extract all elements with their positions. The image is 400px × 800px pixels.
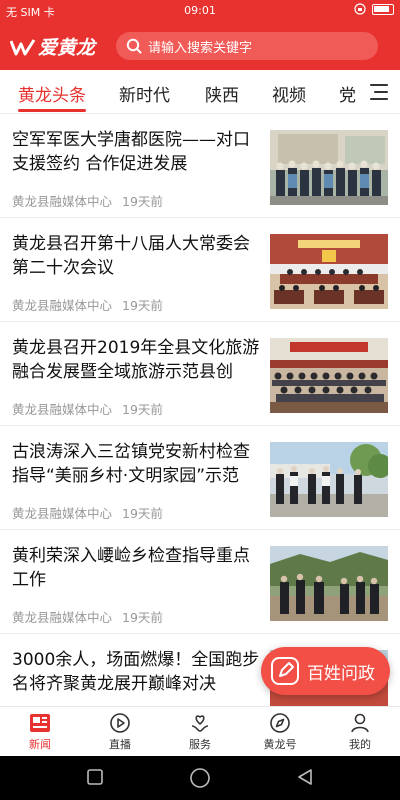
news-title: 黄龙县召开2019年全县文化旅游融合发展暨全域旅游示范县创建... <box>12 338 260 382</box>
user-icon <box>351 713 369 733</box>
news-thumbnail <box>270 130 388 205</box>
back-icon[interactable] <box>296 768 314 786</box>
news-source: 黄龙县融媒体中心 <box>12 194 113 209</box>
news-item[interactable]: 古浪涛深入三岔镇党安新村检查指导“美丽乡村·文明家园”示范村... 黄龙县融媒体… <box>0 426 400 530</box>
nav-huanglong-account[interactable]: 黄龙号 <box>240 707 320 756</box>
logo-text: 爱黄龙 <box>38 37 96 59</box>
news-title: 古浪涛深入三岔镇党安新村检查指导“美丽乡村·文明家园”示范村... <box>12 442 250 486</box>
tab-new-era[interactable]: 新时代 <box>119 81 170 106</box>
news-meta: 黄龙县融媒体中心 19天前 <box>12 191 163 210</box>
news-meta: 黄龙县融媒体中心 19天前 <box>12 295 163 314</box>
lock-rotation-icon <box>354 3 366 15</box>
public-inquiry-button[interactable]: 百姓问政 <box>261 647 390 695</box>
logo-mark-icon <box>10 38 36 55</box>
channel-tabs: 黄龙头条 新时代 陕西 视频 党 <box>0 70 400 114</box>
search-icon <box>126 38 142 54</box>
news-thumbnail <box>270 234 388 309</box>
news-thumbnail <box>270 338 388 413</box>
nav-live[interactable]: 直播 <box>80 707 160 756</box>
fab-label: 百姓问政 <box>307 663 375 684</box>
news-thumbnail <box>270 442 388 517</box>
heart-hand-icon <box>191 715 209 732</box>
news-meta: 黄龙县融媒体中心 19天前 <box>12 399 163 418</box>
nav-label: 新闻 <box>29 738 51 751</box>
home-icon[interactable] <box>189 767 211 789</box>
tab-shaanxi[interactable]: 陕西 <box>205 81 239 106</box>
news-time: 19天前 <box>122 610 163 625</box>
clock-text: 09:01 <box>184 4 216 17</box>
news-item[interactable]: 黄龙县召开2019年全县文化旅游融合发展暨全域旅游示范县创建... 黄龙县融媒体… <box>0 322 400 426</box>
news-thumbnail <box>270 546 388 621</box>
news-meta: 黄龙县融媒体中心 19天前 <box>12 607 163 626</box>
news-icon <box>30 714 50 732</box>
news-meta: 黄龙县融媒体中心 19天前 <box>12 503 163 522</box>
app-logo: 爱黄龙 <box>10 33 95 60</box>
news-item[interactable]: 黄龙县召开第十八届人大常委会第二十次会议 黄龙县融媒体中心 19天前 <box>0 218 400 322</box>
compass-icon <box>270 713 290 733</box>
edit-note-icon <box>271 657 299 685</box>
news-title: 3000余人，场面燃爆！全国跑步名将齐聚黄龙展开巅峰对决 <box>12 650 260 694</box>
search-placeholder: 请输入搜索关键字 <box>148 40 253 56</box>
battery-icon <box>372 3 394 15</box>
channel-menu-icon[interactable] <box>370 84 388 100</box>
news-source: 黄龙县融媒体中心 <box>12 402 113 417</box>
search-input[interactable]: 请输入搜索关键字 <box>116 32 378 60</box>
nav-label: 直播 <box>109 738 131 751</box>
nav-mine[interactable]: 我的 <box>320 707 400 756</box>
app-header: 爱黄龙 请输入搜索关键字 <box>0 22 400 70</box>
news-source: 黄龙县融媒体中心 <box>12 506 113 521</box>
nav-label: 黄龙号 <box>263 738 297 751</box>
news-title: 空军军医大学唐都医院——对口支援签约 合作促进发展 <box>12 130 250 174</box>
nav-label: 服务 <box>189 738 211 751</box>
tab-headlines[interactable]: 黄龙头条 <box>18 81 86 106</box>
tab-video[interactable]: 视频 <box>272 81 306 106</box>
nav-service[interactable]: 服务 <box>160 707 240 756</box>
news-item[interactable]: 黄利荣深入崾崄乡检查指导重点工作 黄龙县融媒体中心 19天前 <box>0 530 400 634</box>
active-tab-indicator <box>18 109 86 112</box>
nav-label: 我的 <box>349 738 371 751</box>
news-title: 黄利荣深入崾崄乡检查指导重点工作 <box>12 546 250 590</box>
news-time: 19天前 <box>122 506 163 521</box>
news-time: 19天前 <box>122 194 163 209</box>
news-time: 19天前 <box>122 402 163 417</box>
news-time: 19天前 <box>122 298 163 313</box>
play-icon <box>110 713 130 733</box>
nav-news[interactable]: 新闻 <box>0 707 80 756</box>
news-source: 黄龙县融媒体中心 <box>12 610 113 625</box>
news-source: 黄龙县融媒体中心 <box>12 298 113 313</box>
recent-apps-icon[interactable] <box>86 768 104 786</box>
status-bar: 无 SIM 卡 09:01 <box>0 0 400 22</box>
news-item[interactable]: 空军军医大学唐都医院——对口支援签约 合作促进发展 黄龙县融媒体中心 19天前 <box>0 114 400 218</box>
system-nav-bar <box>0 756 400 800</box>
bottom-nav: 新闻 直播 服务 黄龙号 我的 <box>0 706 400 756</box>
status-icons <box>354 3 394 15</box>
news-title: 黄龙县召开第十八届人大常委会第二十次会议 <box>12 234 250 278</box>
